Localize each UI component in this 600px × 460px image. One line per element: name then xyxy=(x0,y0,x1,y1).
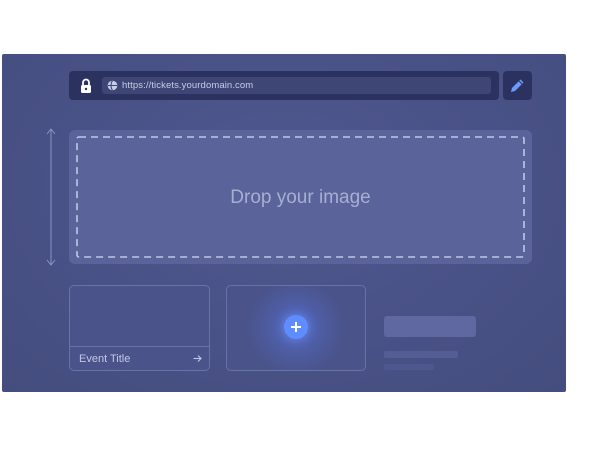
event-title: Event Title xyxy=(79,353,131,365)
event-card[interactable]: Event Title xyxy=(69,285,210,371)
skeleton-line-short xyxy=(384,364,434,370)
vertical-resize-arrow-icon xyxy=(46,128,56,266)
page: https://tickets.yourdomain.com Drop your… xyxy=(0,0,600,460)
url-text: https://tickets.yourdomain.com xyxy=(122,80,254,91)
plus-icon xyxy=(291,322,301,332)
dropzone-label: Drop your image xyxy=(230,187,371,208)
skeleton-line xyxy=(384,351,458,358)
edit-button[interactable] xyxy=(503,71,532,100)
url-field[interactable]: https://tickets.yourdomain.com xyxy=(102,77,491,94)
image-dropzone[interactable]: Drop your image xyxy=(69,130,532,264)
address-bar[interactable]: https://tickets.yourdomain.com xyxy=(69,71,499,100)
card-divider xyxy=(70,346,209,347)
pencil-icon xyxy=(511,79,524,92)
globe-icon xyxy=(107,80,118,91)
editor-panel: https://tickets.yourdomain.com Drop your… xyxy=(2,54,566,392)
add-event-card[interactable] xyxy=(226,285,366,371)
lock-icon xyxy=(81,78,91,93)
add-button[interactable] xyxy=(284,315,308,339)
skeleton-heading xyxy=(384,316,476,337)
arrow-right-icon[interactable] xyxy=(193,354,202,363)
